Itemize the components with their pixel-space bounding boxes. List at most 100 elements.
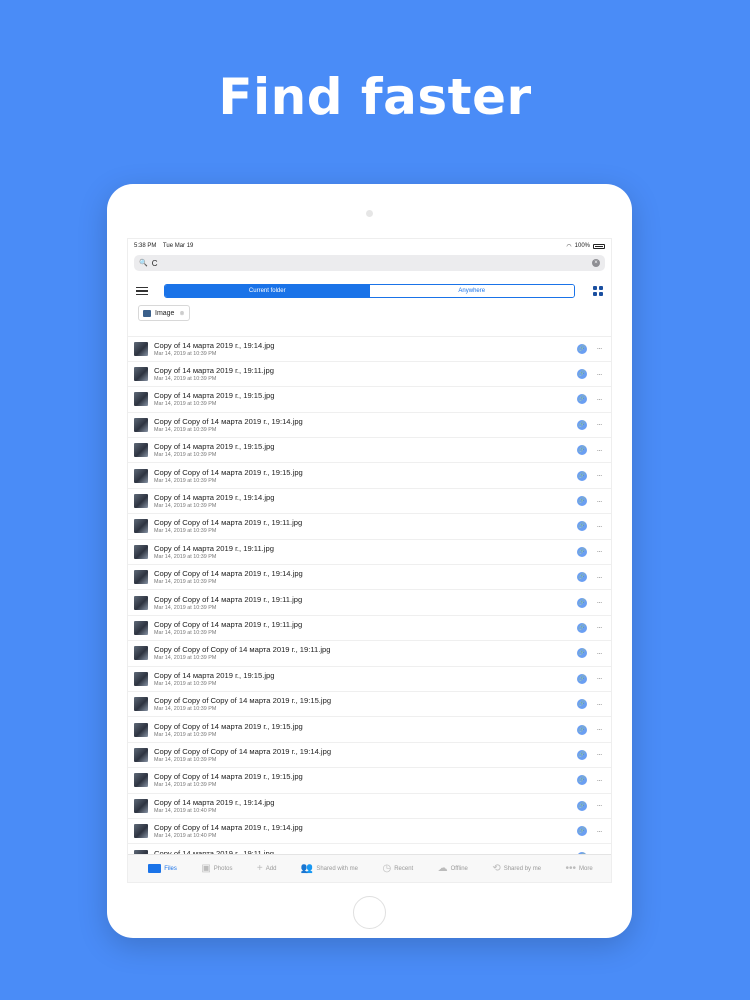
file-row[interactable]: Copy of 14 марта 2019 г., 19:15.jpg Mar 1… [128, 667, 611, 692]
file-date: Mar 14, 2019 at 10:39 PM [154, 756, 217, 763]
file-row[interactable]: Copy of 14 марта 2019 г., 19:15.jpg Mar 1… [128, 387, 611, 413]
tab-add[interactable]: + Add [257, 863, 277, 874]
link-icon[interactable]: 🔗 [577, 749, 587, 760]
file-row[interactable]: Copy of Copy of 14 марта 2019 г., 19:11.… [128, 590, 611, 616]
file-thumbnail [134, 494, 148, 509]
more-options-icon[interactable]: ··· [593, 446, 605, 455]
file-date: Mar 14, 2019 at 10:40 PM [154, 833, 217, 840]
link-icon[interactable]: 🔗 [577, 369, 587, 380]
file-thumbnail [134, 620, 148, 635]
file-row[interactable]: Copy of Copy of Copy of 14 марта 2019 г.… [128, 692, 611, 718]
link-icon[interactable]: 🔗 [577, 775, 587, 786]
photo-icon: ▣ [201, 863, 211, 874]
link-icon[interactable]: 🔗 [577, 445, 587, 456]
link-icon[interactable]: 🔗 [577, 419, 587, 430]
more-options-icon[interactable]: ··· [593, 344, 605, 353]
more-options-icon[interactable]: ··· [593, 598, 605, 607]
share-icon: ⟲ [492, 863, 501, 874]
more-options-icon[interactable]: ··· [593, 801, 605, 810]
tab-shared-by-me[interactable]: ⟲ Shared by me [492, 863, 541, 874]
link-icon[interactable]: 🔗 [577, 470, 587, 481]
file-meta: Copy of 14 марта 2019 г., 19:15.jpg Mar 1… [154, 442, 577, 458]
file-date: Mar 14, 2019 at 10:39 PM [154, 782, 217, 789]
link-icon[interactable]: 🔗 [577, 546, 587, 557]
grid-view-icon[interactable] [593, 286, 603, 296]
image-filter-chip[interactable]: Image ⊗ [138, 305, 190, 321]
battery-icon [593, 243, 605, 249]
file-row[interactable]: Copy of 14 марта 2019 г., 19:14.jpg Mar 1… [128, 794, 611, 819]
search-input[interactable]: C [152, 259, 592, 268]
more-options-icon[interactable]: ··· [593, 471, 605, 480]
more-options-icon[interactable]: ··· [593, 700, 605, 709]
link-icon[interactable]: 🔗 [577, 724, 587, 735]
file-name: Copy of Copy of Copy of 14 марта 2019 г.… [154, 746, 332, 756]
link-icon[interactable]: 🔗 [577, 343, 587, 354]
link-icon[interactable]: 🔗 [577, 648, 587, 659]
tab-files[interactable]: Files [148, 864, 177, 873]
more-options-icon[interactable]: ··· [593, 497, 605, 506]
file-thumbnail [134, 773, 148, 788]
link-icon[interactable]: 🔗 [577, 572, 587, 583]
more-options-icon[interactable]: ··· [593, 674, 605, 683]
file-row[interactable]: Copy of Copy of 14 марта 2019 г., 19:15.… [128, 463, 611, 489]
more-options-icon[interactable]: ··· [593, 776, 605, 785]
file-row[interactable]: Copy of Copy of Copy of 14 марта 2019 г.… [128, 641, 611, 667]
file-meta: Copy of Copy of 14 марта 2019 г., 19:14.… [154, 569, 577, 585]
remove-chip-icon[interactable]: ⊗ [179, 310, 184, 317]
more-options-icon[interactable]: ··· [593, 725, 605, 734]
clear-search-icon[interactable]: × [592, 259, 600, 267]
link-icon[interactable]: 🔗 [577, 496, 587, 507]
link-icon[interactable]: 🔗 [577, 800, 587, 811]
link-icon[interactable]: 🔗 [577, 622, 587, 633]
file-date: Mar 14, 2019 at 10:39 PM [154, 477, 217, 484]
more-options-icon[interactable]: ··· [593, 750, 605, 759]
filter-icon[interactable] [136, 285, 148, 298]
file-row[interactable]: Copy of Copy of 14 марта 2019 г., 19:15.… [128, 717, 611, 743]
scope-current-folder[interactable]: Current folder [165, 285, 370, 297]
more-options-icon[interactable]: ··· [593, 573, 605, 582]
file-row[interactable]: Copy of Copy of Copy of 14 марта 2019 г.… [128, 743, 611, 769]
more-options-icon[interactable]: ··· [593, 370, 605, 379]
file-name: Copy of 14 марта 2019 г., 19:14.jpg [154, 340, 275, 350]
more-options-icon[interactable]: ··· [593, 420, 605, 429]
file-row[interactable]: Copy of 14 марта 2019 г., 19:11.jpgMar 1… [128, 362, 611, 388]
link-icon[interactable]: 🔗 [577, 826, 587, 837]
more-options-icon[interactable]: ··· [593, 827, 605, 836]
tab-label: More [579, 865, 593, 872]
more-options-icon[interactable]: ··· [593, 395, 605, 404]
file-thumbnail [134, 468, 148, 483]
file-name: Copy of Copy of 14 марта 2019 г., 19:15.… [154, 721, 303, 731]
file-row[interactable]: Copy of Copy of 14 марта 2019 г., 19:11.… [128, 616, 611, 642]
file-row[interactable]: Copy of Copy of 14 марта 2019 г., 19:14.… [128, 819, 611, 845]
wifi-icon: ◠ [566, 243, 572, 250]
link-icon[interactable]: 🔗 [577, 597, 587, 608]
file-row[interactable]: Copy of 14 марта 2019 г., 19:11.jpgMar 1… [128, 540, 611, 566]
home-button[interactable] [353, 896, 386, 929]
file-meta: Copy of 14 марта 2019 г., 19:15.jpg Mar 1… [154, 671, 577, 687]
file-thumbnail [134, 341, 148, 356]
tab-photos[interactable]: ▣ Photos [201, 863, 232, 874]
more-options-icon[interactable]: ··· [593, 649, 605, 658]
link-icon[interactable]: 🔗 [577, 673, 587, 684]
link-icon[interactable]: 🔗 [577, 394, 587, 405]
search-bar[interactable]: 🔍 C × [134, 255, 605, 271]
tab-offline[interactable]: ☁ Offline [438, 863, 468, 874]
more-options-icon[interactable]: ··· [593, 547, 605, 556]
file-row[interactable]: Copy of Copy of 14 марта 2019 г., 19:15.… [128, 768, 611, 794]
file-meta: Copy of Copy of 14 марта 2019 г., 19:15.… [154, 468, 577, 484]
tab-shared-with-me[interactable]: 👥 Shared with me [301, 863, 358, 874]
more-options-icon[interactable]: ··· [593, 623, 605, 632]
file-row[interactable]: Copy of 14 марта 2019 г., 19:14.jpg Mar 1… [128, 337, 611, 362]
scope-anywhere[interactable]: Anywhere [369, 285, 574, 297]
image-icon [143, 309, 151, 317]
file-row[interactable]: Copy of Copy of 14 марта 2019 г., 19:14.… [128, 565, 611, 591]
link-icon[interactable]: 🔗 [577, 521, 587, 532]
file-row[interactable]: Copy of 14 марта 2019 г., 19:15.jpg Mar 1… [128, 438, 611, 464]
tab-more[interactable]: ••• More [566, 863, 593, 874]
link-icon[interactable]: 🔗 [577, 699, 587, 710]
file-row[interactable]: Copy of 14 марта 2019 г., 19:14.jpg Mar 1… [128, 489, 611, 515]
tab-recent[interactable]: ◷ Recent [382, 863, 413, 874]
more-options-icon[interactable]: ··· [593, 522, 605, 531]
file-row[interactable]: Copy of Copy of 14 марта 2019 г., 19:11.… [128, 514, 611, 540]
file-row[interactable]: Copy of Copy of 14 марта 2019 г., 19:14.… [128, 413, 611, 439]
